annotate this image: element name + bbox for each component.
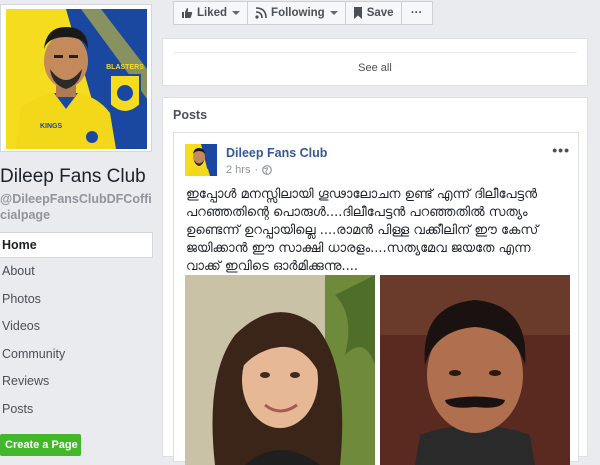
page-action-bar: Liked Following Save ··· (173, 1, 433, 25)
kings-text: KINGS (40, 123, 63, 130)
left-column: BLASTERS KINGS Dileep Fans Club @DileepF… (0, 0, 160, 456)
save-button[interactable]: Save (344, 1, 402, 25)
bookmark-icon (353, 7, 362, 19)
divider (173, 52, 577, 53)
profile-picture-frame[interactable]: BLASTERS KINGS (0, 4, 152, 152)
following-button[interactable]: Following (247, 1, 346, 25)
page-name[interactable]: Dileep Fans Club (0, 166, 146, 188)
post-author-name[interactable]: Dileep Fans Club (226, 146, 327, 160)
profile-picture[interactable]: BLASTERS KINGS (6, 9, 147, 149)
rss-icon (255, 7, 267, 19)
post-text: ഇപ്പോൾ മനസ്സിലായി ഗൂഢാലോചന ഉണ്ട് എന്ന് ദ… (186, 187, 539, 274)
chevron-down-icon (232, 11, 241, 15)
nav-videos[interactable]: Videos (0, 313, 153, 341)
nav-photos[interactable]: Photos (0, 286, 153, 314)
thumbs-up-icon (182, 8, 193, 18)
create-page-button[interactable]: Create a Page (0, 434, 81, 456)
see-all-link[interactable]: See all (163, 62, 587, 74)
post-timestamp[interactable]: 2 hrs (226, 164, 250, 176)
post: Dileep Fans Club 2 hrs · ••• ഇപ്പോൾ മനസ്… (173, 132, 579, 465)
separator-dot: · (254, 164, 259, 176)
page-nav: Home About Photos Videos Community Revie… (0, 232, 153, 423)
post-author-avatar[interactable] (185, 144, 217, 176)
liked-label: Liked (197, 7, 228, 19)
nav-about[interactable]: About (0, 258, 153, 286)
page-handle: @DileepFansClubDFCofficialpage (0, 192, 152, 222)
post-options-icon[interactable]: ••• (552, 142, 570, 158)
see-all-card: See all (162, 38, 588, 86)
globe-icon[interactable] (262, 165, 273, 175)
nav-reviews[interactable]: Reviews (0, 368, 153, 396)
chevron-down-icon (329, 11, 338, 15)
following-label: Following (271, 7, 325, 19)
liked-button[interactable]: Liked (173, 1, 249, 25)
blasters-text: BLASTERS (106, 64, 144, 71)
nav-posts[interactable]: Posts (0, 396, 153, 424)
posts-heading: Posts (173, 108, 208, 122)
post-meta: 2 hrs · (226, 164, 273, 176)
posts-card: Posts Dileep Fans Club 2 hrs · ••• ഇപ്പോ… (162, 97, 588, 465)
more-icon: ··· (410, 7, 423, 19)
more-options-button[interactable]: ··· (400, 1, 433, 25)
nav-home[interactable]: Home (0, 232, 153, 258)
post-photo[interactable] (185, 275, 570, 465)
save-label: Save (366, 7, 394, 19)
nav-community[interactable]: Community (0, 341, 153, 369)
